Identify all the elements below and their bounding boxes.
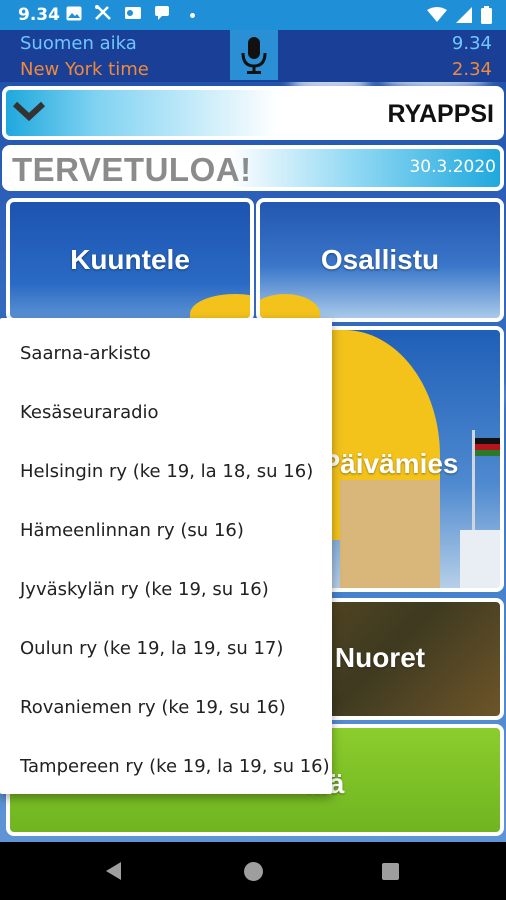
image-icon xyxy=(66,6,82,26)
menu-item[interactable]: Oulun ry (ke 19, la 19, su 17) xyxy=(0,619,332,678)
current-date: 30.3.2020 xyxy=(409,157,496,177)
stage-structure xyxy=(340,480,440,588)
welcome-text: TERVETULOA! xyxy=(12,151,252,188)
navigation-bar xyxy=(0,842,506,900)
menu-item[interactable]: Hämeenlinnan ry (su 16) xyxy=(0,501,332,560)
chat-icon xyxy=(154,5,172,26)
newyork-time-label: New York time xyxy=(20,59,149,80)
back-icon[interactable] xyxy=(106,862,121,880)
status-time: 9.34 xyxy=(18,5,60,25)
outlook-icon xyxy=(124,5,142,26)
menu-item[interactable]: Saarna-arkisto xyxy=(0,324,332,383)
menu-item[interactable]: Jyväskylän ry (ke 19, su 16) xyxy=(0,560,332,619)
recent-apps-icon[interactable] xyxy=(382,863,399,880)
menu-item[interactable]: Kesäseuraradio xyxy=(0,383,332,442)
app-header-bar: RYAPPSI xyxy=(2,86,504,140)
tile-kuuntele[interactable]: Kuuntele xyxy=(6,198,254,322)
dot-icon xyxy=(190,13,195,18)
finland-time-label: Suomen aika xyxy=(20,33,137,54)
menu-item[interactable]: Tampereen ry (ke 19, la 19, su 16) xyxy=(0,737,332,796)
home-icon[interactable] xyxy=(244,862,263,881)
notification-icons xyxy=(66,5,195,26)
finland-time-value: 9.34 xyxy=(451,33,492,54)
wifi-icon xyxy=(427,7,447,28)
tile-osallistu[interactable]: Osallistu xyxy=(256,198,504,322)
menu-item[interactable]: Rovaniemen ry (ke 19, su 16) xyxy=(0,678,332,737)
battery-icon xyxy=(481,6,492,29)
tent xyxy=(460,530,500,588)
menu-item[interactable]: Helsingin ry (ke 19, la 18, su 16) xyxy=(0,442,332,501)
status-bar: 9.34 xyxy=(0,0,506,30)
tile-osallistu-label: Osallistu xyxy=(320,244,440,275)
tools-icon xyxy=(94,5,112,26)
signal-icon xyxy=(456,7,472,28)
welcome-bar: TERVETULOA! 30.3.2020 xyxy=(2,145,504,191)
chevron-down-icon[interactable] xyxy=(12,98,46,129)
microphone-button[interactable] xyxy=(230,30,278,80)
system-icons xyxy=(427,6,492,29)
app-title: RYAPPSI xyxy=(387,100,494,128)
newyork-time-value: 2.34 xyxy=(451,59,492,80)
tile-kuuntele-label: Kuuntele xyxy=(70,244,190,275)
dropdown-menu: Saarna-arkisto Kesäseuraradio Helsingin … xyxy=(0,318,332,794)
microphone-icon xyxy=(241,37,267,74)
